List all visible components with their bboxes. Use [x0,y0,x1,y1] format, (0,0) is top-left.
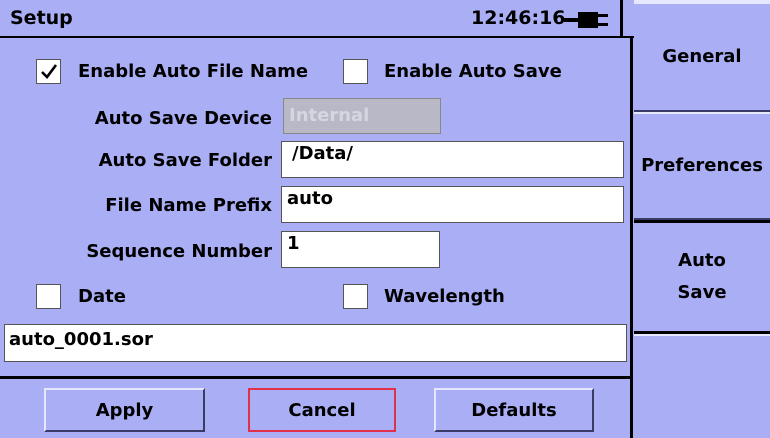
date-checkbox[interactable] [36,284,61,309]
file-name-prefix-label: File Name Prefix [105,195,272,216]
defaults-button[interactable]: Defaults [434,388,594,432]
tab-general[interactable]: General [634,2,770,112]
enable-auto-file-name-checkbox[interactable] [36,59,61,84]
tab-empty [634,334,770,438]
cancel-button[interactable]: Cancel [248,388,396,432]
auto-save-device-label: Auto Save Device [94,108,272,129]
filename-preview: auto_0001.sor [4,324,627,362]
checkmark-icon [41,64,58,79]
date-label: Date [78,286,126,307]
enable-auto-save-label: Enable Auto Save [384,61,562,82]
auto-save-device-field: Internal [283,98,441,134]
tab-auto-save[interactable]: Auto Save [634,220,770,334]
battery-plug-icon [564,10,618,30]
wavelength-label: Wavelength [384,286,505,307]
enable-auto-file-name-label: Enable Auto File Name [78,61,309,82]
sequence-number-label: Sequence Number [86,241,272,262]
sequence-number-input[interactable]: 1 [281,231,440,268]
enable-auto-save-checkbox[interactable] [343,59,368,84]
file-name-prefix-input[interactable]: auto [281,186,624,223]
auto-save-folder-label: Auto Save Folder [98,150,272,171]
clock: 12:46:16 [471,7,566,29]
button-bar-divider [0,376,632,379]
title-separator [620,0,623,38]
wavelength-checkbox[interactable] [343,284,368,309]
window-title: Setup [10,7,73,29]
tab-preferences[interactable]: Preferences [634,112,770,220]
auto-save-folder-input[interactable]: /Data/ [281,141,624,178]
apply-button[interactable]: Apply [44,388,205,432]
